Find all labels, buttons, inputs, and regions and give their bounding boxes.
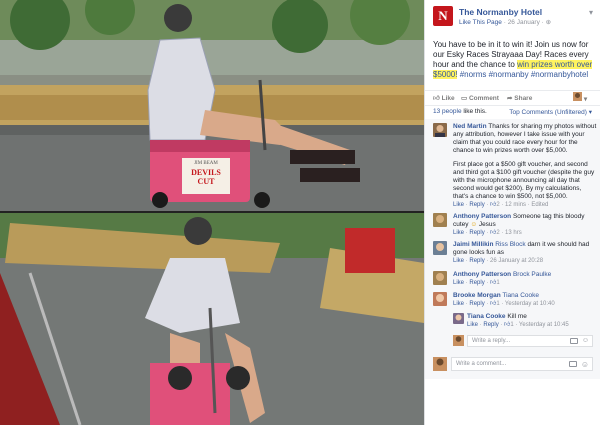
post-sidebar: N The Normanby Hotel Like This Page · 26… [424,0,600,425]
comment-text: Kill me [507,313,527,320]
globe-icon: ⊕ [545,19,552,26]
likes-summary[interactable]: 13 people like this. [433,108,487,115]
post-date[interactable]: 26 January · [508,19,544,26]
comment-mention[interactable]: Riss Block [495,241,525,248]
comment-author[interactable]: Jaimi Millikin [453,241,493,248]
photo-bottom[interactable] [0,213,424,425]
comment-author[interactable]: Anthony Patterson [453,213,511,220]
comment-reply-link[interactable]: Reply [469,280,484,286]
photo-collage[interactable]: JIM BEAM DEVILS CUT [0,0,424,425]
camera-icon[interactable] [569,361,577,367]
post-header: N The Normanby Hotel Like This Page · 26… [433,6,593,30]
likes-count[interactable]: 13 people [433,108,462,115]
share-button[interactable]: ➦ Share [507,94,532,102]
comment-like-link[interactable]: Like [453,230,464,236]
comment-tail: Jesus [478,221,496,228]
comment-like-link[interactable]: Like [453,280,464,286]
comment-reply-link[interactable]: Reply [469,258,484,264]
post-hashtags[interactable]: #norms #normanby #normanbyhotel [457,70,589,79]
comment-like-link[interactable]: Like [467,322,478,328]
page-logo[interactable]: N [433,6,453,26]
comment-time[interactable]: 12 mins [505,202,526,208]
comment-reply-link[interactable]: Reply [483,322,498,328]
comment-icon: ▭ [461,95,468,102]
comment-time[interactable]: 13 hrs [505,230,522,236]
comment-like-link[interactable]: Like [453,301,464,307]
avatar[interactable] [433,213,447,227]
avatar [573,92,582,101]
top-comments-dropdown[interactable]: Top Comments (Unfiltered) ▾ [509,108,592,116]
reaction-count[interactable]: 1 [496,280,499,286]
comment-meta: Like · Reply · 👍︎1 · Yesterday at 10:40 [453,301,555,307]
camera-icon[interactable] [570,338,578,344]
comment-reply-link[interactable]: Reply [469,301,484,307]
comment-meta: Like · Reply · 👍︎1 [453,280,500,286]
emoji-icon[interactable]: ☺ [582,337,589,344]
comment-reply-link[interactable]: Reply [469,202,484,208]
esky-race-photo-2 [0,213,424,425]
page-name[interactable]: The Normanby Hotel [459,7,542,17]
comments-list: Ned Martin Thanks for sharing my photos … [425,119,600,379]
comment-mention[interactable]: Tiana Cooke [502,292,539,299]
comment-label: Comment [468,95,499,102]
comment-author[interactable]: Brooke Morgan [453,292,501,299]
avatar[interactable] [433,271,447,285]
post-meta: Like This Page · 26 January · ⊕ [459,18,551,26]
avatar[interactable] [433,292,447,306]
comment-author[interactable]: Tiana Cooke [467,313,506,320]
comment-time[interactable]: Yesterday at 10:45 [519,322,569,328]
post-text: You have to be in it to win it! Join us … [433,40,593,80]
comment-like-link[interactable]: Like [453,202,464,208]
reply-placeholder: Write a reply... [472,338,511,344]
like-button[interactable]: 👍︎ Like [433,94,455,102]
avatar [453,335,464,346]
reaction-count[interactable]: 1 [510,322,513,328]
comment-placeholder: Write a comment... [456,361,507,367]
photo-top[interactable]: JIM BEAM DEVILS CUT [0,0,424,211]
comment-meta: Like · Reply · 👍︎1 · Yesterday at 10:45 [467,322,569,328]
cooler-brand-top: JIM BEAM [194,161,218,166]
profile-avatar-mini[interactable]: ▾ [573,92,587,103]
chevron-down-icon: ▾ [583,96,588,103]
emoji-icon: ☺ [470,221,477,228]
cooler-brand: DEVILS CUT [191,168,221,186]
avatar[interactable] [433,241,447,255]
comment-button[interactable]: ▭ Comment [461,94,499,102]
reaction-count[interactable]: 1 [496,301,499,307]
likes-suffix: like this. [463,108,487,115]
comment-input[interactable]: Write a comment... ☺ [451,357,593,371]
comment-mention[interactable]: Brock Paulke [513,271,551,278]
chevron-down-icon[interactable]: ▾ [589,8,593,17]
like-page-link[interactable]: Like This Page [459,19,502,26]
avatar[interactable] [433,123,447,137]
thumbs-up-icon: 👍︎ [433,95,440,102]
share-label: Share [514,95,533,102]
avatar[interactable] [453,313,464,324]
share-icon: ➦ [507,95,513,102]
comment-meta: Like · Reply · 👍︎2 · 13 hrs [453,230,522,236]
comment-reply-link[interactable]: Reply [469,230,484,236]
meta-separator: · [503,19,506,26]
comment-author[interactable]: Anthony Patterson [453,271,511,278]
cooler-label: JIM BEAM DEVILS CUT [182,158,230,194]
reaction-count[interactable]: 2 [496,230,499,236]
comment-time[interactable]: 26 January at 20:28 [490,258,543,264]
comment-time[interactable]: Yesterday at 10:40 [505,301,555,307]
avatar [433,357,447,371]
comment-text-2: First place got a $500 gift voucher, and… [453,161,595,200]
comment-meta: Like · Reply · 26 January at 20:28 [453,258,544,264]
like-label: Like [441,95,455,102]
edited-label[interactable]: Edited [531,202,548,208]
emoji-icon[interactable]: ☺ [581,360,589,369]
post-actions: 👍︎ Like ▭ Comment ➦ Share ▾ [425,90,600,106]
comment-meta: Like · Reply · 👍︎2 · 12 mins · Edited [453,202,549,208]
reply-input[interactable]: Write a reply... ☺ [467,335,593,347]
comment-author[interactable]: Ned Martin [453,123,487,130]
comment-like-link[interactable]: Like [453,258,464,264]
reaction-count[interactable]: 2 [496,202,499,208]
